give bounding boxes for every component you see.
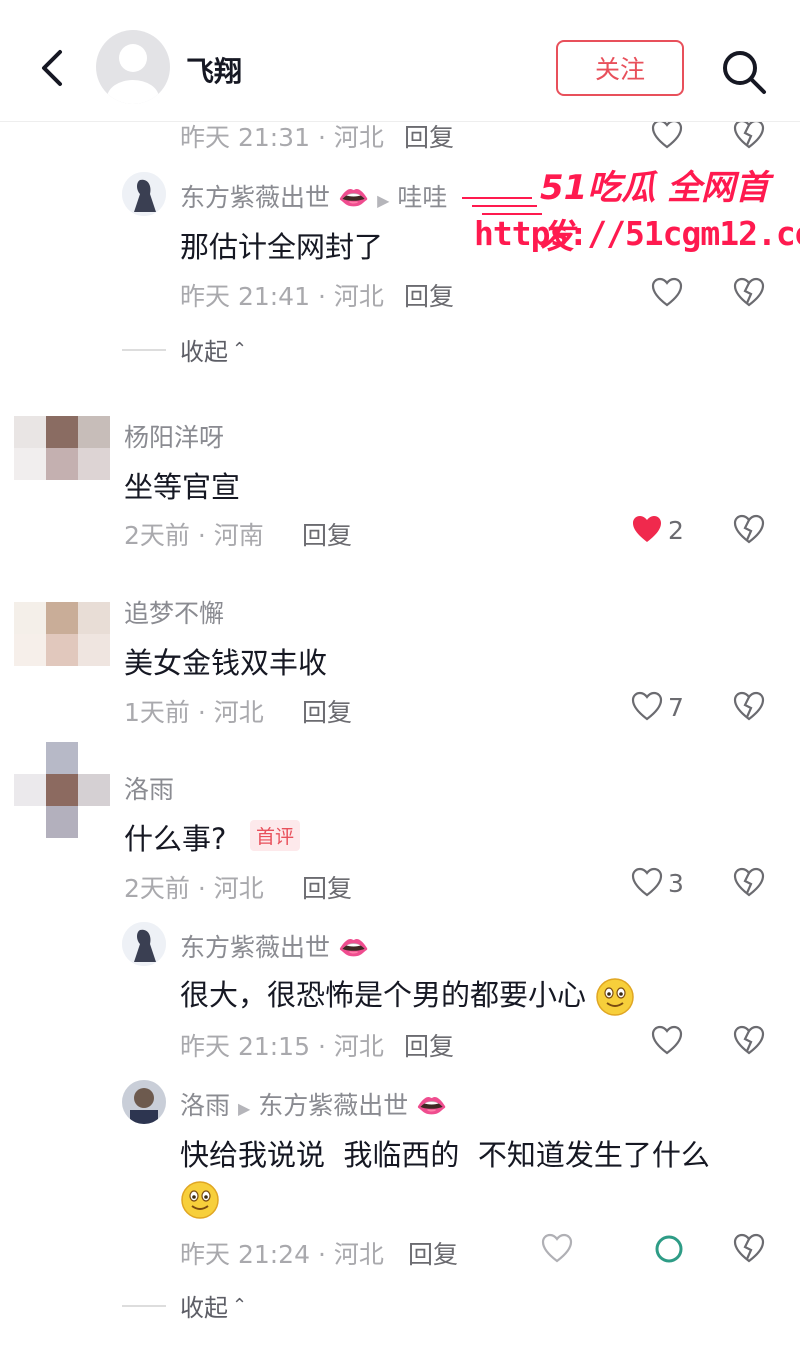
dislike-icon[interactable] <box>732 118 766 152</box>
collapse-replies-button[interactable]: 收起 ⌃ <box>122 332 247 367</box>
reply-username: 东方紫薇出世 👄 ▶ 哇哇 <box>180 178 447 214</box>
user-avatar-icon <box>122 1080 166 1124</box>
reply-avatar[interactable] <box>122 922 166 966</box>
chevron-up-icon: ⌃ <box>232 339 248 360</box>
comment-text: 什么事? <box>124 822 227 856</box>
dislike-icon[interactable] <box>732 1232 766 1266</box>
top-bar: 飞翔 关注 <box>0 0 800 122</box>
collapse-replies-button[interactable]: 收起 ⌃ <box>122 1288 247 1323</box>
back-arrow-icon[interactable] <box>38 48 68 88</box>
like-count: 7 <box>668 693 684 722</box>
reply-username-text: 东方紫薇出世 <box>180 933 331 962</box>
comment-text: 坐等官宣 <box>124 470 241 504</box>
first-comment-badge: 首评 <box>250 820 301 851</box>
reply-text-content: 快给我说说 我临西的 不知道发生了什么 <box>180 1138 710 1172</box>
divider-line <box>122 348 166 351</box>
like-count: 2 <box>668 516 684 545</box>
reply-text: 很大，很恐怖是个男的都要小心 <box>180 972 635 1017</box>
heart-icon[interactable] <box>650 118 684 152</box>
comment-meta: 2天前 · 河南 <box>124 521 264 550</box>
reply-username-text: 洛雨 <box>180 1091 231 1120</box>
grin-emoji-icon <box>596 978 634 1016</box>
comment-avatar[interactable] <box>14 602 110 698</box>
comment-username: 追梦不懈 <box>124 599 225 628</box>
reply-username-text: 东方紫薇出世 <box>180 183 331 212</box>
comment-meta: 昨天 21:31 · 河北 <box>180 123 384 152</box>
grin-emoji-icon <box>181 1181 219 1219</box>
comment-meta: 昨天 21:24 · 河北 <box>180 1240 384 1269</box>
comment-meta: 2天前 · 河北 <box>124 874 264 903</box>
reply-to-username: 哇哇 <box>397 183 448 212</box>
search-icon[interactable] <box>720 48 768 96</box>
comment-avatar[interactable] <box>14 742 110 838</box>
default-avatar-icon <box>107 44 159 104</box>
heart-icon[interactable] <box>630 866 664 900</box>
reply-avatar[interactable] <box>122 1080 166 1124</box>
reply-text: 快给我说说 我临西的 不知道发生了什么 <box>180 1132 760 1174</box>
reply-username: 东方紫薇出世 👄 <box>180 928 369 964</box>
dislike-icon[interactable] <box>732 690 766 724</box>
reply-to-username: 东方紫薇出世 <box>258 1091 409 1120</box>
reply-text: 那估计全网封了 <box>180 230 384 264</box>
comment-username: 洛雨 <box>124 775 175 804</box>
collapse-label: 收起 <box>180 338 228 366</box>
reply-button[interactable]: 回复 <box>404 118 454 154</box>
dislike-icon[interactable] <box>732 276 766 310</box>
user-avatar-icon <box>122 172 166 216</box>
comment-meta: 昨天 21:41 · 河北 <box>180 282 384 311</box>
heart-filled-icon[interactable] <box>630 513 664 547</box>
divider-line <box>122 1304 166 1307</box>
collapse-label: 收起 <box>180 1294 228 1322</box>
dislike-icon[interactable] <box>732 866 766 900</box>
dislike-icon[interactable] <box>732 1024 766 1058</box>
heart-icon[interactable] <box>652 1232 686 1266</box>
reply-button[interactable]: 回复 <box>302 869 352 905</box>
comment-avatar[interactable] <box>14 416 110 512</box>
reply-button[interactable]: 回复 <box>404 277 454 313</box>
reply-avatar[interactable] <box>122 172 166 216</box>
comment-meta: 昨天 21:15 · 河北 <box>180 1032 384 1061</box>
chevron-up-icon: ⌃ <box>232 1295 248 1316</box>
heart-icon[interactable] <box>650 276 684 310</box>
reply-arrow-icon: ▶ <box>377 191 390 210</box>
heart-icon[interactable] <box>650 1024 684 1058</box>
comment-username: 杨阳洋呀 <box>124 423 225 452</box>
user-avatar-icon <box>122 922 166 966</box>
reply-username: 洛雨 ▶ 东方紫薇出世 👄 <box>180 1086 447 1122</box>
reply-arrow-icon: ▶ <box>237 1099 251 1118</box>
reply-text-content: 很大，很恐怖是个男的都要小心 <box>180 978 587 1012</box>
like-count: 3 <box>668 869 684 898</box>
lips-emoji-icon: 👄 <box>337 933 370 962</box>
reply-button[interactable]: 回复 <box>302 693 352 729</box>
follow-button[interactable]: 关注 <box>556 40 684 96</box>
reply-button[interactable]: 回复 <box>408 1235 458 1271</box>
comment-text: 美女金钱双丰收 <box>124 646 328 680</box>
dislike-icon[interactable] <box>732 513 766 547</box>
reply-button[interactable]: 回复 <box>404 1027 454 1063</box>
lips-emoji-icon: 👄 <box>337 183 370 212</box>
comment-meta: 1天前 · 河北 <box>124 698 264 727</box>
watermark-url: https://51cgm12.com <box>474 214 800 253</box>
reply-button[interactable]: 回复 <box>302 516 352 552</box>
heart-icon[interactable] <box>630 690 664 724</box>
profile-name: 飞翔 <box>186 55 243 88</box>
profile-avatar[interactable] <box>96 30 170 104</box>
heart-icon[interactable] <box>540 1232 574 1266</box>
lips-emoji-icon: 👄 <box>416 1091 448 1120</box>
